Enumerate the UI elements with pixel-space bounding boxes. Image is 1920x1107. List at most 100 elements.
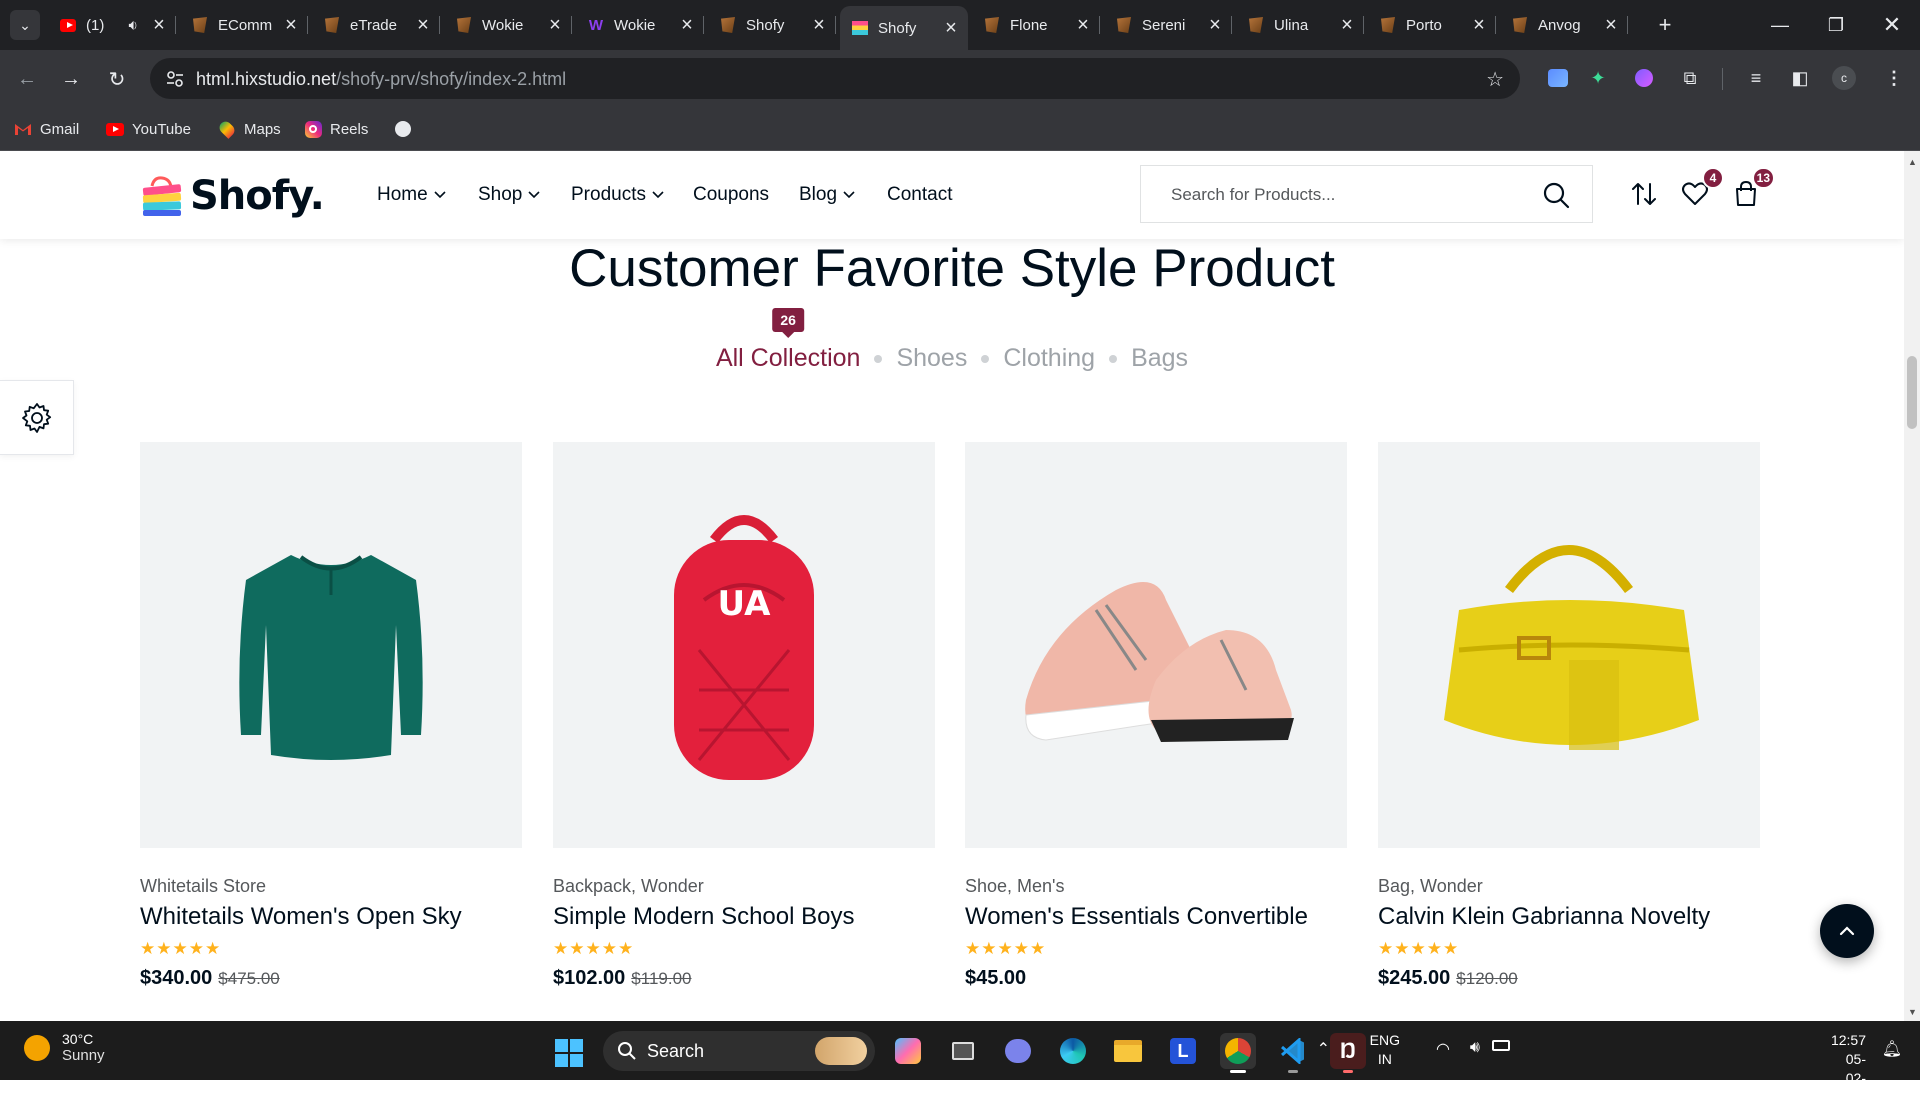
weather-widget[interactable]: 30°C Sunny — [24, 1031, 105, 1064]
chevron-up-icon[interactable]: ⌃ — [1317, 1039, 1330, 1059]
site-logo[interactable]: Shofy. — [140, 173, 325, 219]
menu-kebab-icon[interactable]: ⋮ — [1880, 64, 1908, 92]
close-tab-icon[interactable]: × — [148, 14, 170, 37]
close-tab-icon[interactable]: × — [1336, 14, 1358, 37]
browser-tab[interactable]: EComm × — [180, 8, 308, 42]
product-category[interactable]: Whitetails Store — [140, 876, 522, 897]
browser-tab[interactable]: Flone × — [972, 8, 1100, 42]
filter-tab-shoes[interactable]: Shoes — [896, 344, 967, 373]
bookmark-globe[interactable] — [394, 117, 420, 141]
tab-search-button[interactable]: ⌄ — [10, 10, 40, 40]
browser-tab[interactable]: Porto × — [1368, 8, 1496, 42]
app-l-icon[interactable]: L — [1165, 1033, 1201, 1069]
close-tab-icon[interactable]: × — [1600, 14, 1622, 37]
restore-button[interactable]: ❐ — [1808, 0, 1864, 50]
close-tab-icon[interactable]: × — [940, 17, 962, 40]
nav-products[interactable]: Products — [571, 184, 664, 206]
close-tab-icon[interactable]: × — [1072, 14, 1094, 37]
battery-icon[interactable] — [1492, 1040, 1510, 1051]
chrome-icon[interactable] — [1220, 1033, 1256, 1073]
close-tab-icon[interactable]: × — [676, 14, 698, 37]
filter-tab-clothing[interactable]: Clothing — [1003, 344, 1095, 373]
minimize-button[interactable]: — — [1752, 0, 1808, 50]
product-name[interactable]: Whitetails Women's Open Sky — [140, 903, 522, 931]
site-info-icon[interactable] — [166, 70, 184, 88]
browser-tab[interactable]: Shofy × — [708, 8, 836, 42]
close-tab-icon[interactable]: × — [544, 14, 566, 37]
file-explorer-icon[interactable] — [1110, 1033, 1146, 1069]
compare-icon[interactable] — [1627, 177, 1661, 211]
product-card[interactable]: Whitetails Store Whitetails Women's Open … — [140, 442, 522, 990]
product-card[interactable]: Bag, Wonder Calvin Klein Gabrianna Novelt… — [1378, 442, 1760, 990]
filter-tab-bags[interactable]: Bags — [1131, 344, 1188, 373]
product-image[interactable]: UA — [553, 442, 935, 848]
profile-avatar[interactable]: c — [1830, 64, 1858, 92]
browser-tab[interactable]: Ulina × — [1236, 8, 1364, 42]
bookmark-maps[interactable]: Maps — [217, 117, 281, 141]
edge-icon[interactable] — [1055, 1033, 1091, 1069]
cart-icon[interactable]: 13 — [1729, 167, 1775, 211]
notification-bell-icon[interactable]: 🔔︎ — [1882, 1039, 1902, 1059]
filter-tab-all-collection[interactable]: All Collection 26 — [716, 308, 860, 373]
side-panel-icon[interactable]: ◧ — [1786, 64, 1814, 92]
product-category[interactable]: Shoe, Men's — [965, 876, 1347, 897]
bookmark-reels[interactable]: Reels — [304, 117, 368, 141]
close-tab-icon[interactable]: × — [1204, 14, 1226, 37]
app-n-icon[interactable]: Ŋ — [1330, 1033, 1366, 1073]
settings-toggle[interactable] — [0, 380, 74, 455]
product-card[interactable]: Shoe, Men's Women's Essentials Convertibl… — [965, 442, 1347, 990]
product-image[interactable] — [965, 442, 1347, 848]
reload-button[interactable]: ↻ — [102, 64, 132, 94]
product-image[interactable] — [1378, 442, 1760, 848]
back-to-top-button[interactable] — [1820, 904, 1874, 958]
vscode-icon[interactable] — [1275, 1033, 1311, 1073]
speaker-icon[interactable]: 🔉︎ — [129, 17, 138, 34]
nav-home[interactable]: Home — [377, 184, 446, 206]
new-tab-button[interactable]: + — [1650, 8, 1680, 42]
bookmark-youtube[interactable]: YouTube — [106, 117, 191, 141]
language-indicator[interactable]: ENG IN — [1370, 1031, 1400, 1069]
forward-button[interactable]: → — [56, 64, 86, 94]
close-window-button[interactable]: ✕ — [1864, 0, 1920, 50]
nav-shop[interactable]: Shop — [478, 184, 540, 206]
browser-tab[interactable]: (1) 🔉︎ × — [48, 8, 176, 42]
wishlist-icon[interactable]: 4 — [1678, 167, 1724, 211]
taskbar-search[interactable]: Search — [603, 1031, 875, 1071]
task-view-icon[interactable] — [945, 1033, 981, 1069]
search-icon[interactable] — [1542, 181, 1570, 209]
search-input[interactable]: Search for Products... — [1171, 185, 1335, 205]
close-tab-icon[interactable]: × — [280, 14, 302, 37]
browser-tab[interactable]: Anvog × — [1500, 8, 1628, 42]
media-control-icon[interactable]: ≡ — [1742, 64, 1770, 92]
scrollbar-thumb[interactable] — [1907, 356, 1917, 429]
browser-tab[interactable]: Shofy × — [840, 6, 968, 50]
clock[interactable]: 12:57 05-02-2024 — [1831, 1031, 1866, 1107]
back-button[interactable]: ← — [12, 64, 42, 94]
bookmark-gmail[interactable]: Gmail — [14, 117, 79, 141]
bookmark-star-icon[interactable]: ☆ — [1486, 67, 1504, 92]
nav-contact[interactable]: Contact — [887, 184, 952, 206]
wifi-icon[interactable]: ◠ — [1436, 1039, 1450, 1059]
product-name[interactable]: Calvin Klein Gabrianna Novelty — [1378, 903, 1760, 931]
product-category[interactable]: Bag, Wonder — [1378, 876, 1760, 897]
copilot-icon[interactable] — [890, 1033, 926, 1069]
product-search[interactable]: Search for Products... — [1140, 165, 1593, 223]
extension-icon[interactable] — [1544, 64, 1572, 92]
puzzle-icon[interactable]: ⧉ — [1676, 64, 1704, 92]
address-bar[interactable]: html.hixstudio.net/shofy-prv/shofy/index… — [150, 58, 1520, 99]
volume-icon[interactable]: 🔊︎ — [1470, 1039, 1480, 1057]
extension-icon[interactable] — [1630, 64, 1658, 92]
nav-coupons[interactable]: Coupons — [693, 184, 769, 206]
browser-tab[interactable]: Sereni × — [1104, 8, 1232, 42]
product-category[interactable]: Backpack, Wonder — [553, 876, 935, 897]
windows-start-icon[interactable] — [554, 1038, 584, 1068]
browser-tab[interactable]: W Wokie × — [576, 8, 704, 42]
browser-tab[interactable]: Wokie × — [444, 8, 572, 42]
extension-icon[interactable]: ✦ — [1584, 64, 1612, 92]
close-tab-icon[interactable]: × — [1468, 14, 1490, 37]
product-name[interactable]: Women's Essentials Convertible — [965, 903, 1347, 931]
product-image[interactable] — [140, 442, 522, 848]
nav-blog[interactable]: Blog — [799, 184, 855, 206]
teams-chat-icon[interactable] — [1000, 1033, 1036, 1069]
page-scrollbar[interactable]: ▲ ▼ — [1904, 151, 1920, 1021]
